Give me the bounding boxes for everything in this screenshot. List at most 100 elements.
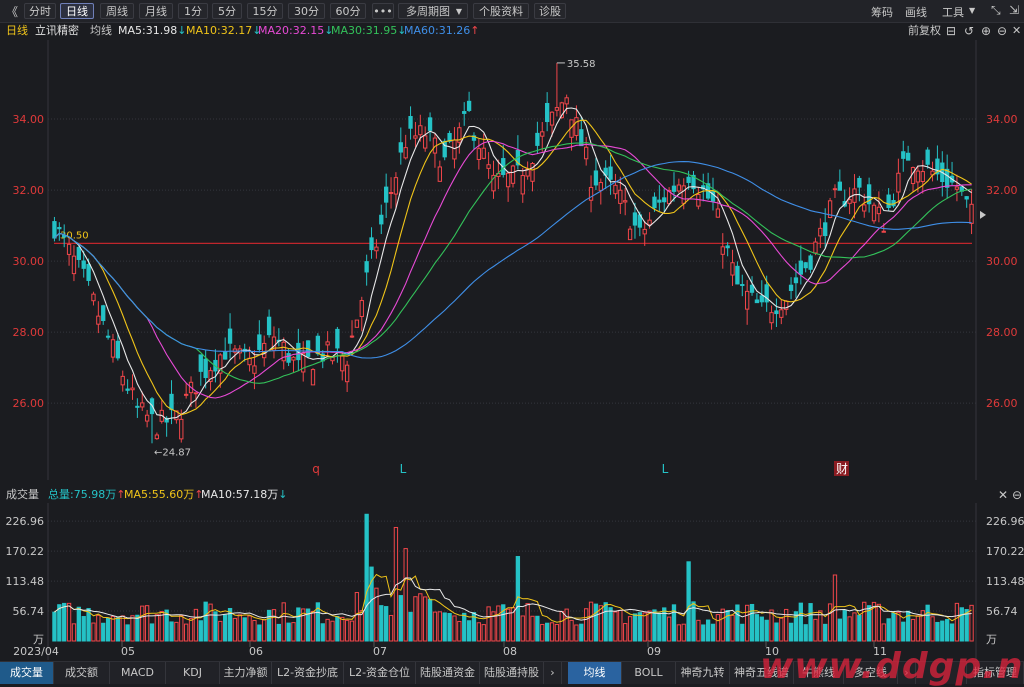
- tools-caret-icon[interactable]: ▼: [969, 6, 975, 15]
- candle-body: [945, 168, 950, 188]
- multi-period-dropdown[interactable]: 多周期图 ▼: [398, 3, 468, 19]
- candle-body: [803, 262, 808, 269]
- candle-body: [588, 186, 594, 201]
- volume-bar: [593, 603, 599, 642]
- lock-icon[interactable]: ⊟: [946, 23, 956, 39]
- candle-body: [593, 170, 599, 186]
- x-axis-label: 2023/04: [13, 645, 59, 658]
- candle-body: [881, 230, 886, 233]
- volume-bar: [891, 612, 896, 642]
- volume-bar: [701, 624, 706, 642]
- collapse-panel-icon[interactable]: ⇲: [1009, 3, 1019, 17]
- volume-bar: [71, 623, 77, 642]
- volume-bar: [198, 620, 203, 642]
- candle-body: [130, 387, 135, 391]
- tab-volume[interactable]: 成交量: [0, 662, 54, 684]
- period-tab-30min[interactable]: 30分: [288, 3, 325, 19]
- tab-scroll-right-icon[interactable]: ›: [544, 662, 562, 684]
- volume-axis-tick-left: 226.96: [6, 515, 45, 528]
- zoom-out-icon[interactable]: ⊖: [997, 23, 1007, 39]
- candle-body: [393, 177, 399, 195]
- price-axis-tick-left: 34.00: [13, 113, 45, 126]
- ma-label[interactable]: 均线: [90, 23, 112, 39]
- tab-l2-bottom[interactable]: L2-资金抄底: [272, 662, 344, 684]
- period-tab-intraday[interactable]: 分时: [24, 3, 56, 19]
- volume-ma5: MA5:55.60万↑: [124, 488, 204, 501]
- volume-bar: [798, 602, 803, 642]
- volume-bar: [857, 614, 862, 642]
- tab-turnover[interactable]: 成交额: [54, 662, 110, 684]
- volume-bar: [110, 615, 116, 642]
- current-price-marker: [980, 210, 986, 219]
- period-tab-weekly[interactable]: 周线: [100, 3, 134, 19]
- candle-body: [632, 212, 638, 226]
- volume-bar: [779, 617, 784, 642]
- tab-kdj[interactable]: KDJ: [166, 662, 220, 684]
- tab-ma[interactable]: 均线: [568, 662, 622, 684]
- candle-body: [745, 290, 750, 310]
- candle-body: [262, 342, 267, 359]
- undo-icon[interactable]: ↺: [964, 23, 974, 39]
- period-tab-daily[interactable]: 日线: [60, 3, 94, 19]
- volume-chart[interactable]: 226.96 226.96 170.22 170.22 113.48 113.48 56.7…: [0, 503, 1024, 660]
- period-tab-monthly[interactable]: 月线: [139, 3, 173, 19]
- ma60-value: MA60:31.26↑: [404, 24, 480, 37]
- volume-bar: [266, 609, 272, 642]
- tab-main-net[interactable]: 主力净额: [220, 662, 272, 684]
- expand-icon[interactable]: ⤡: [991, 3, 1001, 18]
- tools-button[interactable]: 工具: [942, 4, 964, 20]
- volume-bar: [291, 622, 296, 642]
- more-periods-button[interactable]: •••: [372, 3, 394, 19]
- close-icon[interactable]: ✕: [1012, 23, 1021, 39]
- volume-bar: [925, 604, 930, 642]
- candle-body: [749, 284, 755, 293]
- chips-button[interactable]: 筹码: [871, 4, 893, 20]
- volume-close-icon[interactable]: ✕: [998, 487, 1008, 503]
- candle-body: [388, 191, 394, 194]
- volume-bar: [169, 621, 174, 642]
- x-axis-label: 08: [503, 645, 517, 658]
- volume-bars: [52, 513, 974, 642]
- candle-body: [101, 305, 106, 322]
- price-chart[interactable]: 34.00 34.00 32.00 32.00 30.00 30.00 28.00 28.00…: [0, 40, 1024, 480]
- volume-bar: [364, 513, 369, 642]
- candle-body: [203, 358, 208, 379]
- ma60-line: [54, 161, 972, 359]
- volume-bar: [52, 611, 57, 642]
- collapse-icon[interactable]: 《: [6, 3, 18, 20]
- price-axis-tick-right: 26.00: [986, 397, 1018, 410]
- candle-body: [886, 194, 891, 208]
- volume-bar: [749, 603, 755, 642]
- diagnose-button[interactable]: 诊股: [534, 3, 566, 19]
- volume-bar: [174, 621, 179, 642]
- candle-body: [135, 405, 140, 408]
- volume-bar: [652, 609, 657, 642]
- zoom-in-icon[interactable]: ⊕: [981, 23, 991, 39]
- volume-axis-tick-right: 113.48: [986, 575, 1024, 588]
- candle-body: [618, 189, 623, 204]
- period-tab-15min[interactable]: 15分: [247, 3, 283, 19]
- period-tab-5min[interactable]: 5分: [212, 3, 242, 19]
- candle-body: [686, 176, 691, 183]
- volume-bar: [945, 619, 950, 642]
- candle-body: [86, 264, 91, 281]
- candle-body: [598, 182, 603, 191]
- stock-info-button[interactable]: 个股资料: [473, 3, 529, 19]
- draw-line-button[interactable]: 画线: [905, 4, 927, 20]
- volume-bar: [574, 624, 579, 642]
- period-tab-60min[interactable]: 60分: [330, 3, 366, 19]
- tab-td9[interactable]: 神奇九转: [676, 662, 730, 684]
- period-tab-1min[interactable]: 1分: [178, 3, 208, 19]
- volume-bar: [759, 616, 764, 642]
- volume-settings-icon[interactable]: ⊖: [1012, 487, 1022, 503]
- tab-northbound-hold[interactable]: 陆股通持股: [480, 662, 544, 684]
- volume-bar: [120, 615, 125, 642]
- candle-body: [418, 125, 423, 136]
- tab-boll[interactable]: BOLL: [622, 662, 676, 684]
- tab-l2-position[interactable]: L2-资金仓位: [344, 662, 416, 684]
- volume-bar: [676, 624, 682, 642]
- adjust-mode[interactable]: 前复权: [908, 23, 941, 39]
- candle-body: [91, 293, 96, 302]
- tab-northbound-flow[interactable]: 陆股通资金: [416, 662, 480, 684]
- tab-macd[interactable]: MACD: [110, 662, 166, 684]
